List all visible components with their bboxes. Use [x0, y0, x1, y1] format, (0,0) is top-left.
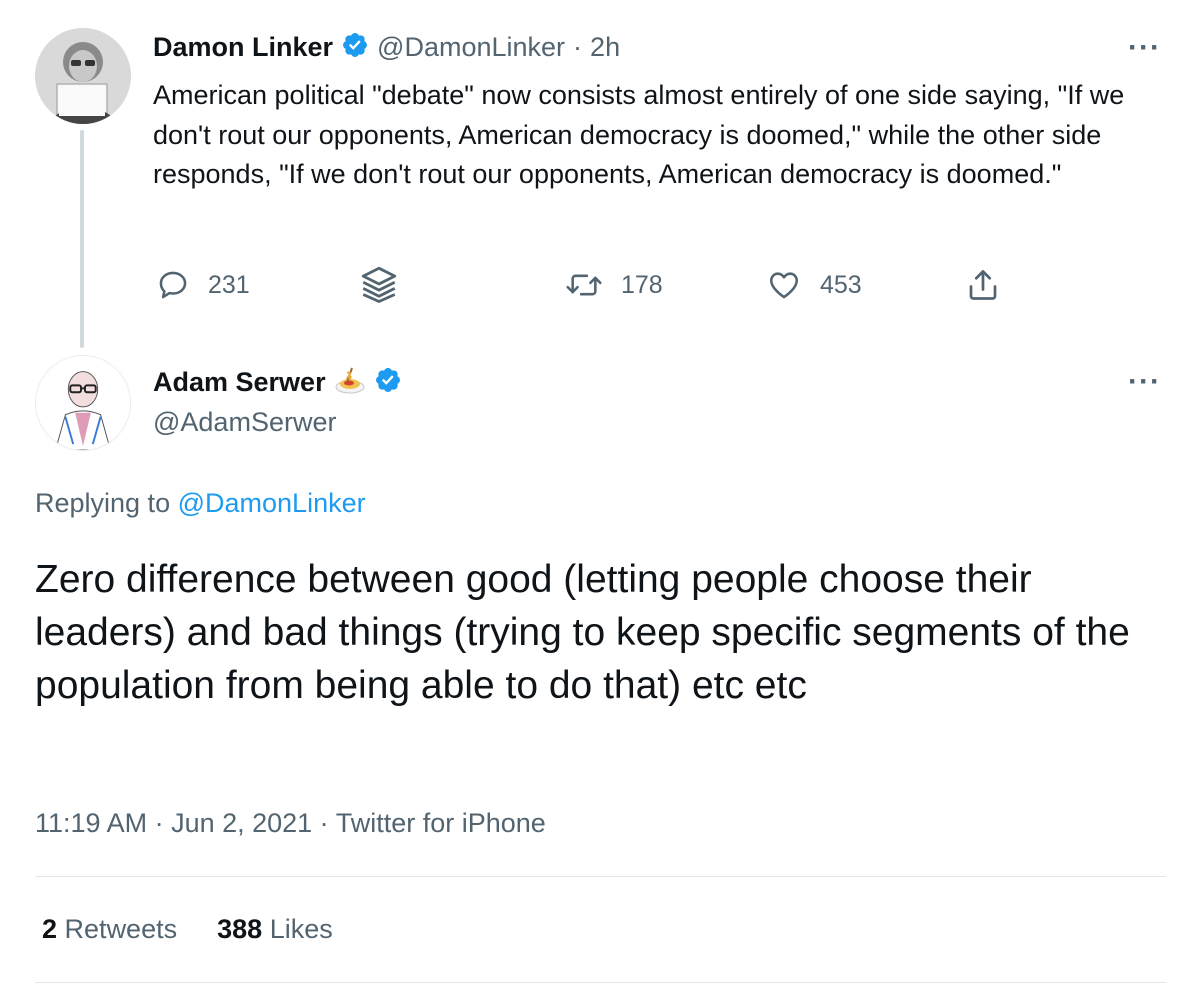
- main-author-name[interactable]: Adam Serwer: [153, 367, 326, 398]
- retweet-action[interactable]: 178: [565, 265, 663, 305]
- parent-tweet-header: Damon Linker @DamonLinker · 2h: [153, 31, 620, 64]
- thread-stack-icon: [358, 263, 400, 305]
- thread-connector-line: [80, 130, 84, 348]
- retweet-icon: [565, 268, 603, 302]
- replying-to-line: Replying to @DamonLinker: [35, 488, 366, 519]
- retweets-label: Retweets: [64, 914, 178, 944]
- reply-count: 231: [208, 270, 250, 299]
- divider-top: [35, 876, 1166, 877]
- replying-handle-link[interactable]: @DamonLinker: [178, 488, 366, 518]
- reply-icon: [156, 268, 190, 302]
- verified-badge-icon: [341, 31, 369, 64]
- parent-time-ago[interactable]: 2h: [590, 32, 620, 63]
- divider-bottom: [35, 982, 1166, 983]
- spaghetti-emoji-icon: [334, 365, 366, 399]
- main-more-icon[interactable]: ···: [1128, 367, 1161, 397]
- main-author-avatar[interactable]: [35, 355, 131, 451]
- main-tweet-header: Adam Serwer: [153, 365, 402, 399]
- parent-author-name[interactable]: Damon Linker: [153, 32, 333, 63]
- like-action[interactable]: 453: [766, 265, 862, 305]
- share-action[interactable]: [965, 265, 1001, 305]
- tweet-timestamp[interactable]: 11:19 AM · Jun 2, 2021 · Twitter for iPh…: [35, 808, 546, 839]
- parent-author-avatar[interactable]: [35, 28, 131, 124]
- main-tweet-text: Zero difference between good (letting pe…: [35, 558, 1130, 707]
- share-icon: [965, 266, 1001, 304]
- parent-tweet-text: American political "debate" now consists…: [153, 80, 1125, 189]
- like-count: 453: [820, 270, 862, 299]
- like-icon: [766, 268, 802, 302]
- header-separator: ·: [573, 32, 583, 62]
- parent-author-handle[interactable]: @DamonLinker: [377, 32, 565, 63]
- likes-label: Likes: [269, 914, 333, 944]
- reply-action[interactable]: 231: [156, 265, 250, 305]
- main-author-handle[interactable]: @AdamSerwer: [153, 407, 336, 438]
- likes-count: 388: [217, 914, 263, 944]
- thread-stack-action[interactable]: [358, 264, 400, 304]
- verified-badge-icon: [374, 366, 402, 399]
- retweets-stat[interactable]: 2 Retweets: [42, 914, 177, 945]
- retweet-count: 178: [621, 270, 663, 299]
- engagement-stats: 2 Retweets 388 Likes: [42, 914, 333, 945]
- likes-stat[interactable]: 388 Likes: [217, 914, 333, 945]
- replying-prefix: Replying to: [35, 488, 171, 518]
- parent-more-icon[interactable]: ···: [1128, 33, 1161, 63]
- retweets-count: 2: [42, 914, 58, 944]
